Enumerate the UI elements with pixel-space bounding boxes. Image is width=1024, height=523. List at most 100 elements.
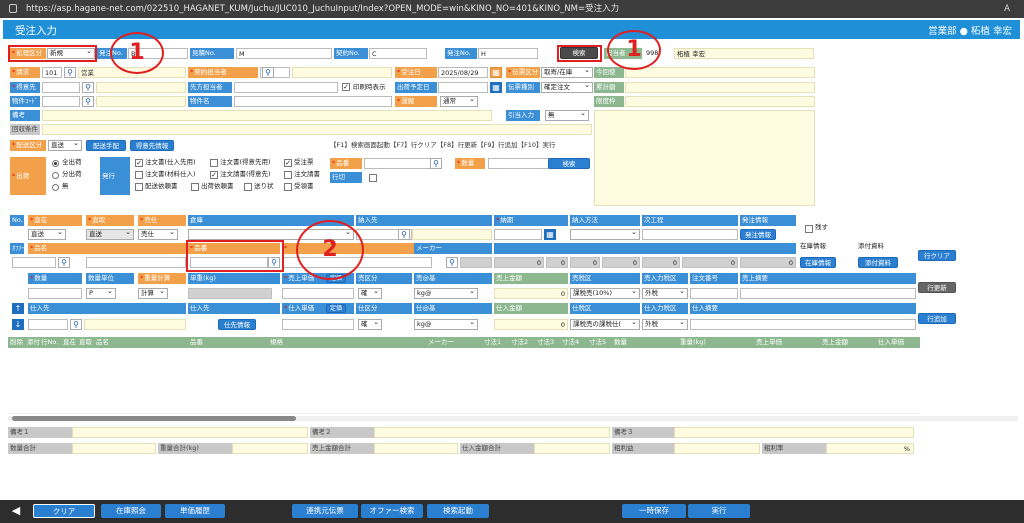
shukka-irai-checkbox[interactable] [191,183,199,191]
search-icon[interactable]: ⚲ [262,67,274,78]
search-icon[interactable]: ⚲ [430,158,442,169]
calendar-icon[interactable]: ▦ [544,229,556,240]
shiire-tanka-input[interactable] [282,319,354,330]
offer-input[interactable] [12,257,56,268]
search-icon[interactable]: ⚲ [446,257,458,268]
ichiji-hozon-button[interactable]: 一時保存 [622,504,686,518]
zen-shukka-radio[interactable] [52,160,59,167]
shiiresaki-name[interactable] [84,319,186,330]
tokuisaki-code[interactable] [42,82,80,93]
insatsu-checkbox[interactable]: ✓ [342,83,350,91]
hinban-search-button[interactable]: 検索 [548,158,590,169]
nokosu-checkbox[interactable] [805,225,813,233]
shiire-select[interactable]: 売仕 [138,229,178,240]
clear-button[interactable]: クリア [33,504,95,518]
biko2-input[interactable] [374,427,610,438]
okurijo-checkbox[interactable] [244,183,252,191]
juchuhyo-checkbox[interactable]: ✓ [284,159,292,167]
uri-kijun-select[interactable]: kg@ [414,288,478,299]
biko3-input[interactable] [674,427,914,438]
renkei-button[interactable]: 連携元伝票 [292,504,358,518]
chumon-ukesho-checkbox[interactable] [284,171,292,179]
denpyo-select[interactable]: 取寄/在庫 [541,67,593,78]
juryo-keisan-select[interactable]: 計算 [138,288,168,299]
dim-7[interactable]: 0 [740,257,796,268]
search-icon[interactable]: ⚲ [64,67,76,78]
scrollbar-thumb[interactable] [12,416,296,421]
zaiko-joho-button[interactable]: 在庫情報 [800,257,836,268]
dim-1[interactable]: 0 [494,257,544,268]
denpyo-shubetsu-select[interactable]: 確定注文 [541,82,593,93]
chumon-shiire-checkbox[interactable]: ✓ [135,159,143,167]
browser-url-bar[interactable]: https://asp.hagane-net.com/022510_HAGANE… [0,0,1024,18]
haiso-select[interactable]: 直送 [48,140,82,151]
row-clear-button[interactable]: 行クリア [918,250,956,261]
jikko-button[interactable]: 実行 [688,504,750,518]
hinmei-input[interactable] [86,257,186,268]
tempu-button[interactable]: 添付資料 [858,257,898,268]
shi-nyuryoku-select[interactable]: 外税 [642,319,688,330]
hacchu2-input[interactable]: H [478,48,538,59]
tokui-joho-button[interactable]: 得意先情報 [130,140,174,151]
gyoki-checkbox[interactable] [369,174,377,182]
dim-5[interactable]: 0 [642,257,680,268]
nonyusaki-name[interactable] [412,229,492,240]
uri-nyuryoku-select[interactable]: 外税 [642,288,688,299]
kaishu-input[interactable] [42,124,592,135]
user-info[interactable]: 営業部 ● 柘植 幸宏 [928,23,1012,37]
mitsumori-input[interactable]: M [236,48,332,59]
haiso-irai-checkbox[interactable] [135,183,143,191]
tokuisaki-name[interactable] [96,82,186,93]
shiiresaki-code[interactable] [28,319,68,330]
juryosho-checkbox[interactable] [284,183,292,191]
shi-tekiyo-input[interactable] [690,319,916,330]
juryo-input[interactable] [188,288,272,299]
haiso-tehai-button[interactable]: 配送手配 [86,140,126,151]
noki-input[interactable] [494,229,542,240]
shi-kubun-select[interactable]: 確 [358,319,382,330]
chumon-zairyo-checkbox[interactable] [135,171,143,179]
reader-mode-icon[interactable]: A [1004,0,1010,18]
shi-kijun-select[interactable]: kg@ [414,319,478,330]
chumon-tokui-checkbox[interactable] [210,159,218,167]
nonyu-hoho-select[interactable] [570,229,640,240]
chumon-no-input[interactable] [690,288,738,299]
back-arrow-icon[interactable]: ◀ [6,504,26,518]
search-icon[interactable]: ⚲ [398,229,410,240]
shukka-yotei-input[interactable] [438,82,488,93]
offer-search-button[interactable]: オファー検索 [361,504,423,518]
tanto-name[interactable]: 柘植 幸宏 [674,48,814,59]
arrow-down-icon[interactable]: ↓ [12,319,24,330]
teika2-button[interactable]: 定価 [326,304,346,313]
chumon-uke-checkbox[interactable]: ✓ [210,171,218,179]
bun-shukka-radio[interactable] [52,172,59,179]
dim-3[interactable]: 0 [570,257,600,268]
tanka-rireki-button[interactable]: 単価履歴 [165,504,225,518]
uri-zei-select[interactable]: 課税売(10%) [570,288,640,299]
sakitanto-input[interactable] [234,82,338,93]
maker-input[interactable] [460,257,492,268]
toritsugi-select[interactable]: 直送 [86,229,134,240]
nashi-radio[interactable] [52,184,59,191]
calendar-icon[interactable]: ▦ [490,67,502,78]
bukken-code-name[interactable] [96,96,186,107]
search-icon[interactable]: ⚲ [82,96,94,107]
search-icon[interactable]: ⚲ [58,257,70,268]
calendar-icon[interactable]: ▦ [490,82,502,93]
biko-input[interactable] [42,110,492,121]
dim-4[interactable]: 0 [602,257,640,268]
grid-body[interactable] [8,348,920,414]
suryo-detail-input[interactable] [28,288,82,299]
horizontal-scrollbar[interactable] [8,416,1018,421]
uri-tekiyo-input[interactable] [740,288,916,299]
choku-select[interactable]: 直送 [28,229,66,240]
row-add-button[interactable]: 行追加 [918,313,956,324]
uri-tanka-input[interactable] [282,288,354,299]
kensaku-kido-button[interactable]: 検索起動 [427,504,489,518]
keiyaku-input[interactable]: C [369,48,427,59]
unso-select[interactable]: 通常 [440,96,478,107]
suryo-tani-select[interactable]: P [86,288,116,299]
suryo-input[interactable] [488,158,554,169]
url-text[interactable]: https://asp.hagane-net.com/022510_HAGANE… [26,4,619,14]
arrow-up-icon[interactable]: ↑ [12,303,24,314]
